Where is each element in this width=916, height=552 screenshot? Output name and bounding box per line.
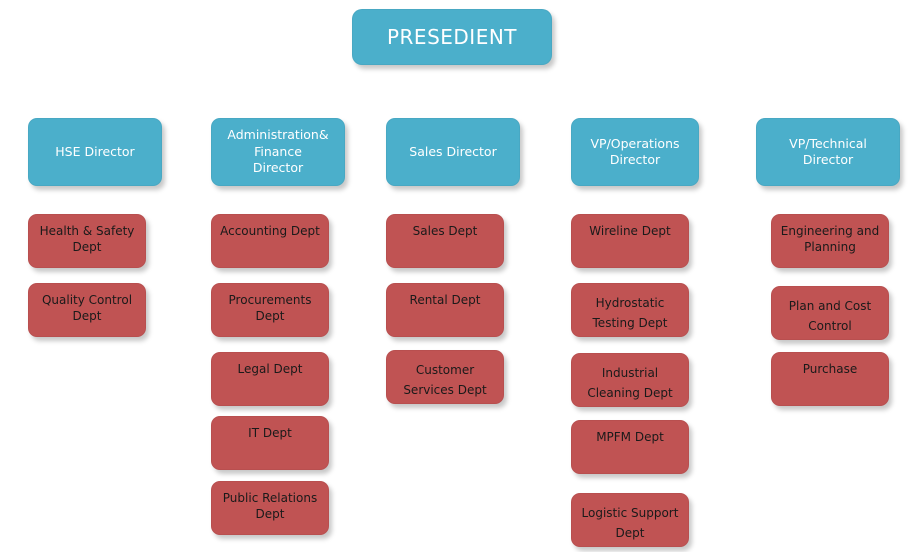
node-sales-director-label: Sales Director — [409, 143, 497, 159]
node-legal-dept-label: Legal Dept — [237, 362, 303, 376]
node-public-relations-dept-label: Public Relations Dept — [222, 491, 318, 521]
node-vp-operations-director[interactable]: VP/Operations Director — [571, 118, 699, 186]
node-wireline-dept-label: Wireline Dept — [589, 224, 671, 238]
node-mpfm-dept-label: MPFM Dept — [596, 430, 664, 444]
node-procurements-dept-label: Procurements Dept — [228, 293, 312, 323]
node-mpfm-dept[interactable]: MPFM Dept — [571, 420, 689, 474]
node-legal-dept[interactable]: Legal Dept — [211, 352, 329, 406]
node-quality-control-dept[interactable]: Quality Control Dept — [28, 283, 146, 337]
node-it-dept[interactable]: IT Dept — [211, 416, 329, 470]
node-vp-operations-director-label: VP/Operations Director — [590, 135, 680, 168]
node-sales-dept-label: Sales Dept — [412, 224, 478, 238]
node-industrial-cleaning-dept-label: Industrial Cleaning Dept — [587, 366, 673, 401]
node-purchase-label: Purchase — [802, 362, 858, 376]
node-purchase[interactable]: Purchase — [771, 352, 889, 406]
node-engineering-and-planning[interactable]: Engineering and Planning — [771, 214, 889, 268]
org-chart-canvas: PRESEDIENT HSE Director Administration& … — [0, 0, 916, 552]
node-customer-services-dept[interactable]: Customer Services Dept — [386, 350, 504, 404]
node-engineering-and-planning-label: Engineering and Planning — [780, 224, 880, 254]
node-hse-director-label: HSE Director — [55, 143, 135, 159]
node-accounting-dept-label: Accounting Dept — [220, 224, 320, 238]
node-vp-technical-director[interactable]: VP/Technical Director — [756, 118, 900, 186]
node-customer-services-dept-label: Customer Services Dept — [403, 363, 487, 398]
node-vp-technical-director-label: VP/Technical Director — [789, 135, 867, 168]
node-hydrostatic-testing-dept-label: Hydrostatic Testing Dept — [592, 296, 668, 331]
node-quality-control-dept-label: Quality Control Dept — [41, 293, 133, 323]
node-hse-director[interactable]: HSE Director — [28, 118, 162, 186]
node-wireline-dept[interactable]: Wireline Dept — [571, 214, 689, 268]
node-logistic-support-dept[interactable]: Logistic Support Dept — [571, 493, 689, 547]
node-plan-and-cost-control[interactable]: Plan and Cost Control — [771, 286, 889, 340]
node-rental-dept-label: Rental Dept — [409, 293, 481, 307]
node-sales-director[interactable]: Sales Director — [386, 118, 520, 186]
node-sales-dept[interactable]: Sales Dept — [386, 214, 504, 268]
node-administration-finance-director[interactable]: Administration& Finance Director — [211, 118, 345, 186]
node-accounting-dept[interactable]: Accounting Dept — [211, 214, 329, 268]
node-it-dept-label: IT Dept — [248, 426, 292, 440]
node-president-label: PRESEDIENT — [386, 24, 518, 49]
node-logistic-support-dept-label: Logistic Support Dept — [581, 506, 679, 541]
node-health-safety-dept[interactable]: Health & Safety Dept — [28, 214, 146, 268]
node-industrial-cleaning-dept[interactable]: Industrial Cleaning Dept — [571, 353, 689, 407]
node-administration-finance-director-label: Administration& Finance Director — [227, 127, 329, 176]
node-rental-dept[interactable]: Rental Dept — [386, 283, 504, 337]
node-health-safety-dept-label: Health & Safety Dept — [39, 224, 135, 254]
node-hydrostatic-testing-dept[interactable]: Hydrostatic Testing Dept — [571, 283, 689, 337]
node-plan-and-cost-control-label: Plan and Cost Control — [788, 299, 872, 334]
node-procurements-dept[interactable]: Procurements Dept — [211, 283, 329, 337]
node-public-relations-dept[interactable]: Public Relations Dept — [211, 481, 329, 535]
node-president[interactable]: PRESEDIENT — [352, 9, 552, 65]
